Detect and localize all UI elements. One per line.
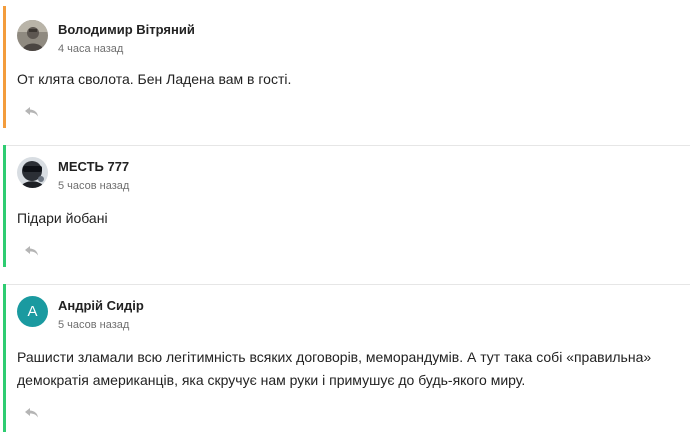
avatar[interactable]: А xyxy=(17,296,48,327)
comment-timestamp[interactable]: 5 часов назад xyxy=(58,319,129,331)
comment-timestamp[interactable]: 4 часа назад xyxy=(58,43,123,55)
comment-text: Рашисти зламали всю легітимність всяких … xyxy=(17,346,677,392)
comment-text-line: демократія американців, яка скручує нам … xyxy=(17,372,526,388)
user-photo-icon xyxy=(17,157,48,188)
comment-author[interactable]: МЕСТЬ 777 xyxy=(58,159,129,174)
comment-item: МЕСТЬ 777 5 часов назад Підари йобані xyxy=(0,145,690,267)
avatar[interactable] xyxy=(17,157,48,188)
comment-author[interactable]: Володимир Вітряний xyxy=(58,22,195,37)
comment-text: От клята сволота. Бен Ладена вам в гості… xyxy=(17,71,292,87)
reply-arrow-icon[interactable] xyxy=(25,246,41,258)
comment-item: А Андрій Сидір 5 часов назад Рашисти зла… xyxy=(0,284,690,432)
comment-item: Володимир Вітряний 4 часа назад От клята… xyxy=(0,6,690,128)
avatar-letter: А xyxy=(27,303,38,320)
comment-accent-bar xyxy=(3,145,6,267)
comment-timestamp[interactable]: 5 часов назад xyxy=(58,180,129,192)
comments-list: Володимир Вітряний 4 часа назад От клята… xyxy=(0,0,700,436)
comment-accent-bar xyxy=(3,6,6,128)
comment-text: Підари йобані xyxy=(17,210,108,226)
reply-arrow-icon[interactable] xyxy=(25,107,41,119)
user-photo-icon xyxy=(17,20,48,51)
comment-divider xyxy=(6,145,690,146)
comment-divider xyxy=(6,284,690,285)
comment-text-line: Рашисти зламали всю легітимність всяких … xyxy=(17,349,652,365)
reply-arrow-icon[interactable] xyxy=(25,408,41,420)
comment-accent-bar xyxy=(3,284,6,432)
comment-author[interactable]: Андрій Сидір xyxy=(58,298,144,313)
avatar[interactable] xyxy=(17,20,48,51)
